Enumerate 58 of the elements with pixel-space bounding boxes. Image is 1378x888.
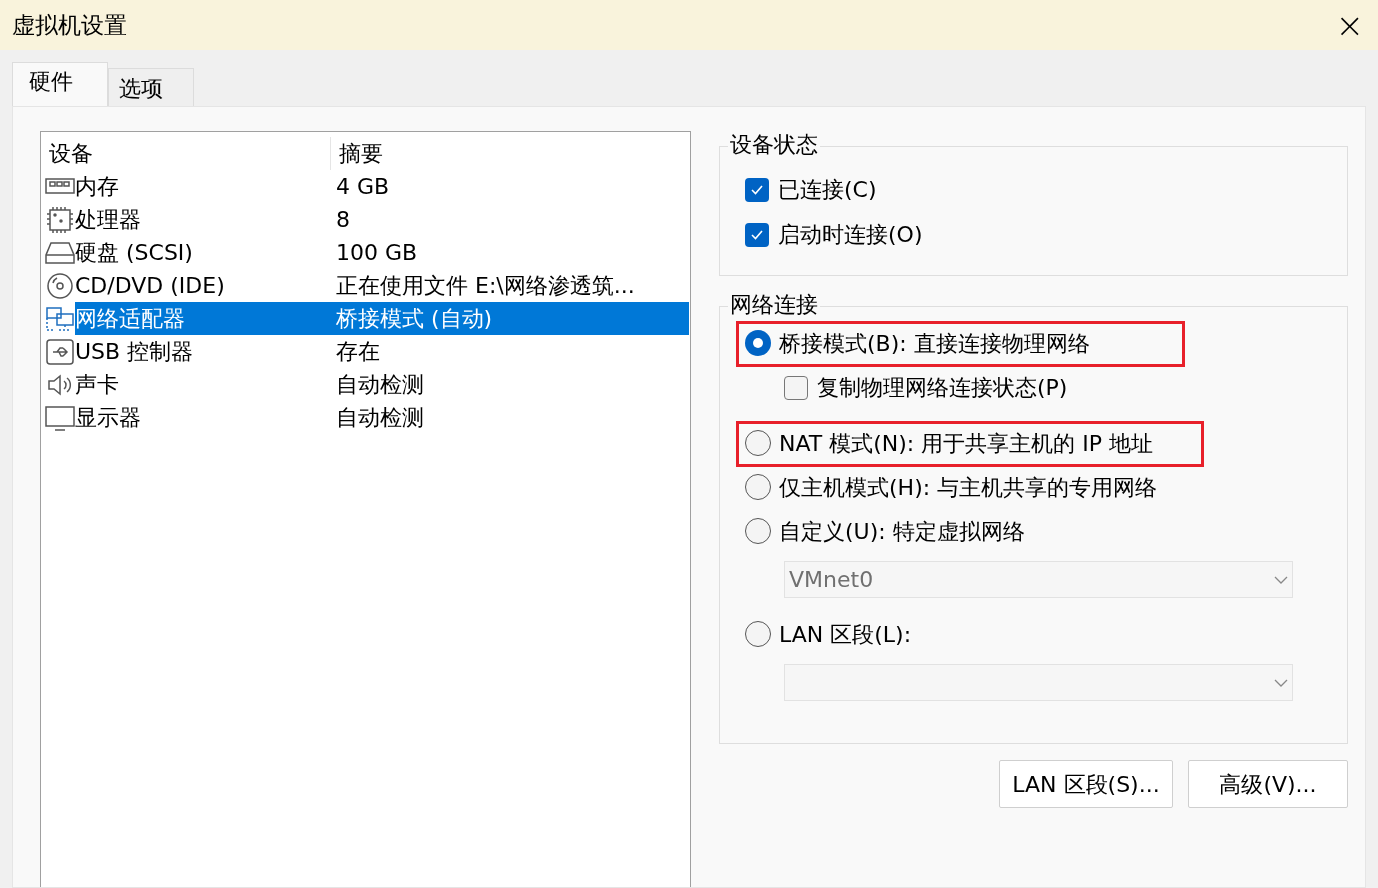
radio-label: 仅主机模式(H): 与主机共享的专用网络: [779, 473, 1158, 502]
radio-label: LAN 区段(L):: [779, 620, 912, 649]
device-row[interactable]: USB 控制器 存在: [75, 335, 689, 368]
device-row[interactable]: 网络适配器 桥接模式 (自动): [75, 302, 689, 335]
chevron-down-icon: [1274, 678, 1288, 687]
dialog-button[interactable]: 高级(V)...: [1188, 760, 1348, 808]
device-name: 内存: [75, 173, 120, 201]
dialog-button[interactable]: LAN 区段(S)...: [999, 760, 1173, 808]
checkbox[interactable]: [745, 177, 769, 202]
dropdown-value: VMnet0: [789, 566, 874, 594]
column-header[interactable]: 设备: [41, 136, 331, 170]
chevron-down-icon: [1274, 575, 1288, 584]
tab[interactable]: 选项: [108, 68, 194, 106]
device-row[interactable]: 显示器 自动检测: [75, 401, 689, 434]
device-name: USB 控制器: [75, 338, 195, 366]
disc-icon: [45, 271, 75, 300]
checkbox-label: 复制物理网络连接状态(P): [817, 374, 1068, 402]
device-row[interactable]: 硬盘 (SCSI) 100 GB: [75, 236, 689, 269]
device-row[interactable]: CD/DVD (IDE) 正在使用文件 E:\网络渗透筑...: [75, 269, 689, 302]
checkbox-label: 已连接(C): [778, 176, 877, 204]
radio-button[interactable]: [745, 518, 771, 544]
radio-button[interactable]: [745, 330, 771, 356]
device-name: CD/DVD (IDE): [75, 272, 226, 300]
radio-button[interactable]: [745, 474, 771, 500]
device-name: 硬盘 (SCSI): [75, 239, 194, 267]
window-title: 虚拟机设置: [12, 10, 127, 40]
chip-icon: [45, 205, 75, 234]
radio-label: NAT 模式(N): 用于共享主机的 IP 地址: [779, 429, 1153, 458]
device-row[interactable]: 处理器 8: [75, 203, 689, 236]
radio-button[interactable]: [745, 430, 771, 456]
device-row[interactable]: 内存 4 GB: [75, 170, 689, 203]
device-summary: 自动检测: [335, 371, 424, 399]
monitor-icon: [45, 403, 75, 432]
device-summary: 8: [335, 206, 350, 234]
device-summary: 桥接模式 (自动): [335, 305, 493, 333]
device-summary: 自动检测: [335, 404, 424, 432]
checkbox[interactable]: [784, 375, 808, 400]
tab[interactable]: 硬件: [12, 62, 108, 106]
usb-icon: [45, 337, 75, 366]
column-header[interactable]: 摘要: [331, 136, 383, 170]
device-summary: 100 GB: [335, 239, 418, 267]
device-summary: 4 GB: [335, 173, 390, 201]
checkbox-label: 启动时连接(O): [778, 221, 923, 249]
device-summary: 正在使用文件 E:\网络渗透筑...: [335, 272, 635, 300]
radio-label: 桥接模式(B): 直接连接物理网络: [779, 329, 1090, 358]
device-row[interactable]: 声卡 自动检测: [75, 368, 689, 401]
device-name: 处理器: [75, 206, 142, 234]
device-name: 声卡: [75, 371, 120, 399]
network-icon: [45, 304, 75, 333]
checkbox[interactable]: [745, 222, 769, 247]
device-name: 显示器: [75, 404, 142, 432]
checkmark-icon: [750, 228, 764, 241]
device-summary: 存在: [335, 338, 380, 366]
checkmark-icon: [750, 183, 764, 196]
device-name: 网络适配器: [75, 305, 186, 333]
close-button[interactable]: ×: [1335, 8, 1364, 42]
radio-label: 自定义(U): 特定虚拟网络: [779, 517, 1025, 546]
radio-button[interactable]: [745, 621, 771, 647]
